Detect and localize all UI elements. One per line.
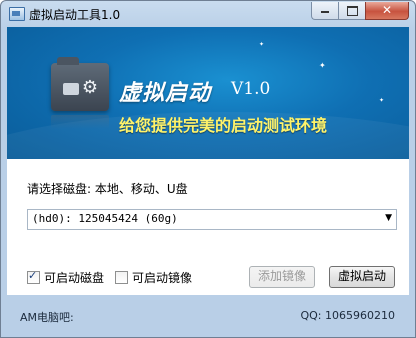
disk-select-value: (hd0): 125045424 (60g): [32, 212, 178, 225]
virtual-boot-button[interactable]: 虚拟启动: [329, 266, 395, 288]
bootable-image-option[interactable]: 可启动镜像: [115, 269, 192, 285]
bootable-disk-label: 可启动磁盘: [44, 270, 105, 285]
add-image-button[interactable]: 添加镜像: [249, 266, 315, 288]
contact-qq: QQ: 1065960210: [300, 309, 395, 322]
minimize-button[interactable]: [311, 2, 338, 20]
icon-reflection: [51, 115, 109, 129]
site-label: AM电脑吧:: [20, 311, 74, 324]
gear-icon: ⚙: [81, 77, 99, 98]
status-bar: AM电脑吧: QQ: 1065960210: [7, 299, 409, 333]
app-window: 虚拟启动工具1.0 ✕ ✦ ✦ ✦ ⚙ 虚拟启动 V1.0 给您提供完美的启动测…: [0, 0, 416, 338]
header-banner: ✦ ✦ ✦ ⚙ 虚拟启动 V1.0 给您提供完美的启动测试环境: [7, 27, 409, 159]
bootable-disk-checkbox[interactable]: [27, 269, 40, 284]
close-icon: ✕: [381, 3, 393, 17]
close-button[interactable]: ✕: [365, 2, 409, 20]
window-controls: ✕: [311, 2, 409, 20]
bootable-disk-option[interactable]: 可启动磁盘: [27, 269, 104, 285]
title-bar[interactable]: 虚拟启动工具1.0 ✕: [1, 1, 415, 27]
minimize-icon: [321, 11, 329, 13]
maximize-icon: [347, 6, 358, 16]
disk-select-label: 请选择磁盘: 本地、移动、U盘: [27, 182, 188, 196]
sparkle-icon: ✦: [259, 41, 265, 48]
main-panel: 请选择磁盘: 本地、移动、U盘 (hd0): 125045424 (60g) ▼…: [7, 159, 409, 295]
brand-title: 虚拟启动: [119, 81, 212, 106]
app-icon: [9, 7, 25, 21]
version-label: V1.0: [231, 79, 271, 99]
sparkle-icon: ✦: [319, 61, 326, 70]
bootable-image-checkbox[interactable]: [115, 270, 128, 284]
disk-select[interactable]: (hd0): 125045424 (60g) ▼: [27, 209, 397, 230]
slogan-text: 给您提供完美的启动测试环境: [119, 116, 328, 135]
maximize-button[interactable]: [338, 2, 365, 20]
drive-icon: [63, 83, 79, 95]
chevron-down-icon[interactable]: ▼: [385, 213, 392, 223]
folder-gear-icon: ⚙: [51, 57, 109, 111]
sparkle-icon: ✦: [379, 97, 385, 104]
bootable-image-label: 可启动镜像: [132, 270, 193, 285]
window-title: 虚拟启动工具1.0: [29, 8, 121, 22]
